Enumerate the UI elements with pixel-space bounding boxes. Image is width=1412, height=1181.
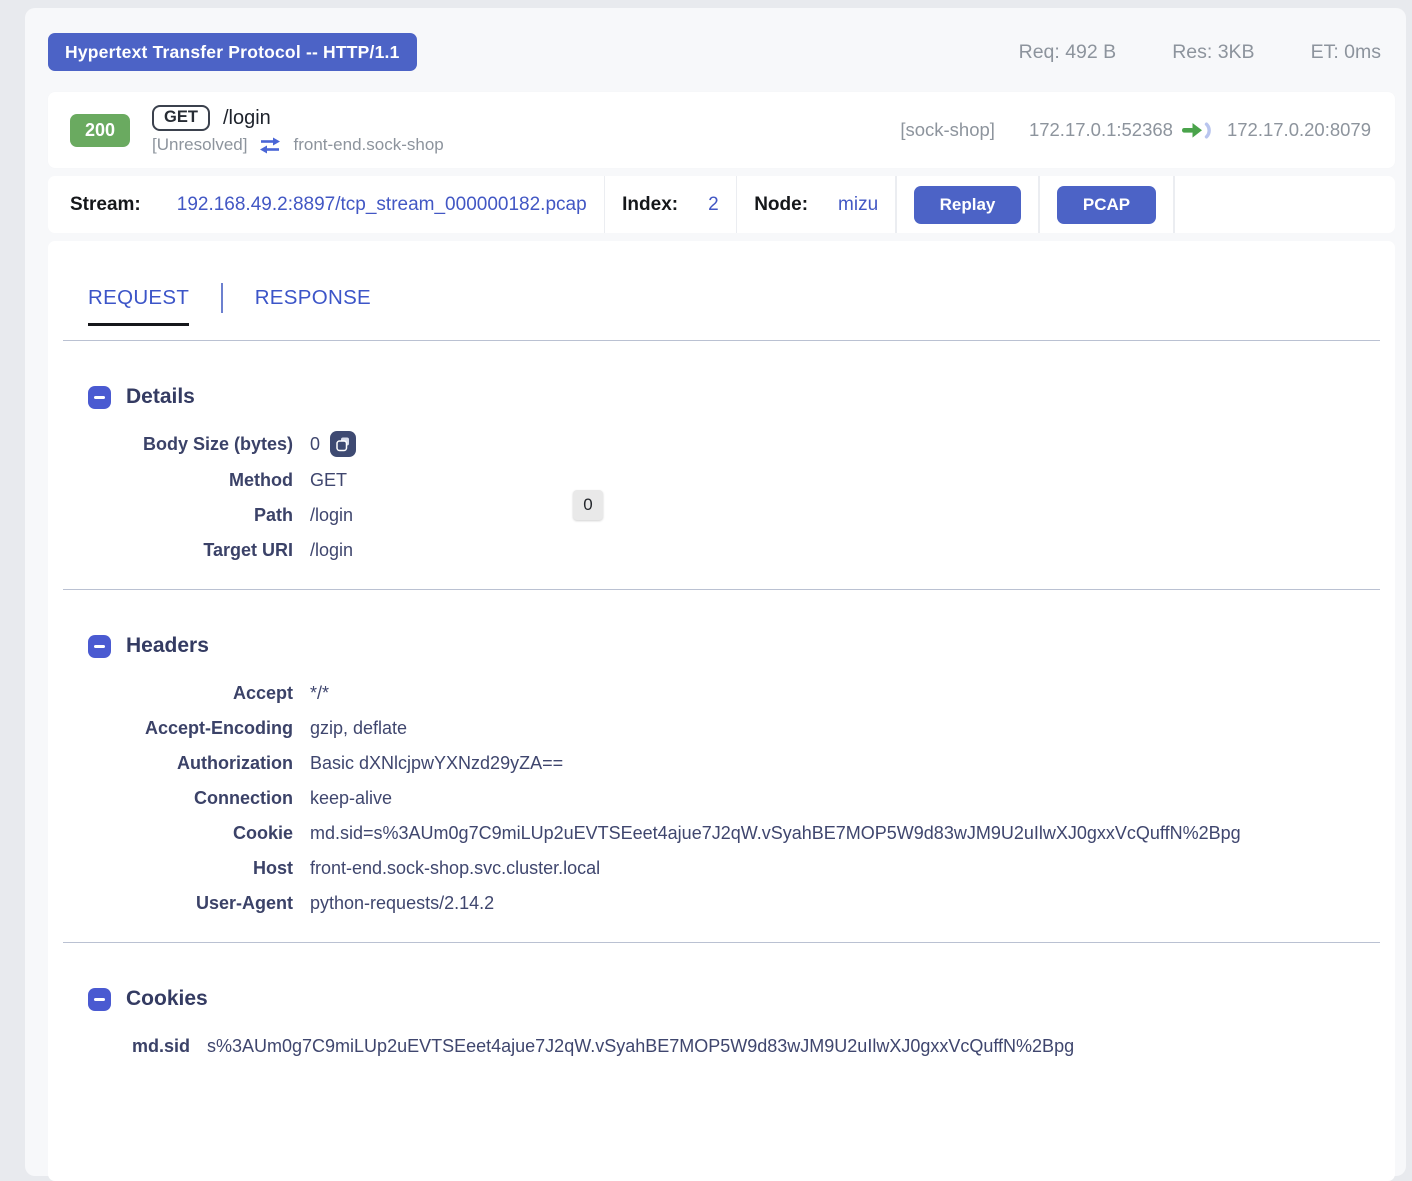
request-detail-panel: Hypertext Transfer Protocol -- HTTP/1.1 …	[25, 8, 1406, 1176]
stream-link[interactable]: 192.168.49.2:8897/tcp_stream_000000182.p…	[177, 194, 587, 216]
copy-icon[interactable]	[330, 431, 356, 457]
detail-label: Target URI	[88, 539, 293, 562]
divider	[63, 340, 1380, 341]
swap-arrows-icon	[257, 137, 283, 154]
header-value: python-requests/2.14.2	[310, 892, 494, 915]
node-value: mizu	[838, 194, 878, 216]
header-name: Accept	[88, 682, 293, 705]
tab-request[interactable]: REQUEST	[88, 286, 189, 326]
header-value: keep-alive	[310, 787, 392, 810]
stream-label: Stream:	[70, 194, 141, 216]
protocol-badge: Hypertext Transfer Protocol -- HTTP/1.1	[48, 33, 417, 71]
elapsed-time-stat: ET: 0ms	[1311, 41, 1381, 64]
collapse-minus-icon[interactable]	[88, 635, 111, 658]
detail-row: Target URI /login	[88, 539, 1381, 562]
protocol-header-row: Hypertext Transfer Protocol -- HTTP/1.1 …	[48, 28, 1395, 76]
header-name: Authorization	[88, 752, 293, 775]
separator	[1173, 176, 1175, 233]
header-name: Connection	[88, 787, 293, 810]
summary-left: 200 GET /login [Unresolved] front-end.so…	[70, 105, 444, 155]
separator	[895, 176, 897, 233]
header-row: User-Agent python-requests/2.14.2	[88, 892, 1381, 915]
header-value: Basic dXNlcjpwYXNzd29yZA==	[310, 752, 563, 775]
traffic-stats: Req: 492 B Res: 3KB ET: 0ms	[1019, 41, 1381, 64]
detail-value: GET	[310, 469, 347, 492]
request-size-stat: Req: 492 B	[1019, 41, 1117, 64]
status-code-badge: 200	[70, 114, 130, 147]
collapse-minus-icon[interactable]	[88, 386, 111, 409]
header-value: */*	[310, 682, 329, 705]
separator	[736, 176, 738, 233]
detail-label: Method	[88, 469, 293, 492]
header-value: gzip, deflate	[310, 717, 407, 740]
header-row: Connection keep-alive	[88, 787, 1381, 810]
header-name: Cookie	[88, 822, 293, 845]
detail-row: Path /login	[88, 504, 1381, 527]
request-path: /login	[223, 107, 271, 130]
detail-value: /login	[310, 539, 353, 562]
tab-separator	[221, 283, 223, 313]
header-value: md.sid=s%3AUm0g7C9miLUp2uEVTSEeet4ajue7J…	[310, 822, 1241, 845]
detail-row: Method GET	[88, 469, 1381, 492]
cookies-section: Cookies md.sid s%3AUm0g7C9miLUp2uEVTSEee…	[62, 987, 1381, 1058]
tab-bar: REQUEST RESPONSE	[62, 241, 1381, 313]
detail-value: /login	[310, 504, 353, 527]
tab-response[interactable]: RESPONSE	[255, 286, 371, 310]
detail-label: Path	[88, 504, 293, 527]
summary-main: GET /login [Unresolved] front-end.sock-s…	[152, 105, 444, 155]
cookie-name: md.sid	[88, 1035, 190, 1058]
detail-label: Body Size (bytes)	[88, 433, 293, 456]
replay-button[interactable]: Replay	[914, 186, 1022, 224]
details-section: Details Body Size (bytes) 0	[62, 385, 1381, 562]
pcap-button[interactable]: PCAP	[1057, 186, 1156, 224]
destination-service: front-end.sock-shop	[293, 135, 443, 155]
header-row: Host front-end.sock-shop.svc.cluster.loc…	[88, 857, 1381, 880]
header-row: Accept-Encoding gzip, deflate	[88, 717, 1381, 740]
source-address: 172.17.0.1:52368	[1029, 119, 1173, 141]
header-row: Cookie md.sid=s%3AUm0g7C9miLUp2uEVTSEeet…	[88, 822, 1381, 845]
zero-chip: 0	[573, 490, 603, 520]
header-name: Accept-Encoding	[88, 717, 293, 740]
request-summary-card: 200 GET /login [Unresolved] front-end.so…	[48, 92, 1395, 168]
headers-section: Headers Accept */* Accept-Encoding gz	[62, 634, 1381, 915]
stream-bar: Stream: 192.168.49.2:8897/tcp_stream_000…	[48, 176, 1395, 233]
header-value: front-end.sock-shop.svc.cluster.local	[310, 857, 600, 880]
section-title: Headers	[126, 634, 209, 658]
detail-row: Body Size (bytes) 0	[88, 433, 1381, 457]
source-service: [Unresolved]	[152, 135, 247, 155]
index-value: 2	[708, 194, 719, 216]
cookie-row: md.sid s%3AUm0g7C9miLUp2uEVTSEeet4ajue7J…	[88, 1035, 1381, 1058]
separator	[604, 176, 606, 233]
header-name: Host	[88, 857, 293, 880]
header-row: Authorization Basic dXNlcjpwYXNzd29yZA==	[88, 752, 1381, 775]
method-chip: GET	[152, 105, 210, 131]
summary-right: [sock-shop] 172.17.0.1:52368 172.17.0.20…	[900, 119, 1371, 141]
namespace-label: [sock-shop]	[900, 119, 995, 141]
direction-arrow-icon	[1182, 122, 1218, 139]
request-response-card: REQUEST RESPONSE Details Body Size (byte…	[48, 241, 1395, 1181]
response-size-stat: Res: 3KB	[1172, 41, 1254, 64]
divider	[63, 942, 1380, 943]
header-name: User-Agent	[88, 892, 293, 915]
node-label: Node:	[754, 194, 808, 216]
index-label: Index:	[622, 194, 678, 216]
collapse-minus-icon[interactable]	[88, 988, 111, 1011]
header-row: Accept */*	[88, 682, 1381, 705]
detail-value: 0	[310, 433, 320, 456]
section-title: Cookies	[126, 987, 208, 1011]
separator	[1038, 176, 1040, 233]
divider	[63, 589, 1380, 590]
cookie-value: s%3AUm0g7C9miLUp2uEVTSEeet4ajue7J2qW.vSy…	[207, 1035, 1074, 1058]
section-title: Details	[126, 385, 195, 409]
destination-address: 172.17.0.20:8079	[1227, 119, 1371, 141]
